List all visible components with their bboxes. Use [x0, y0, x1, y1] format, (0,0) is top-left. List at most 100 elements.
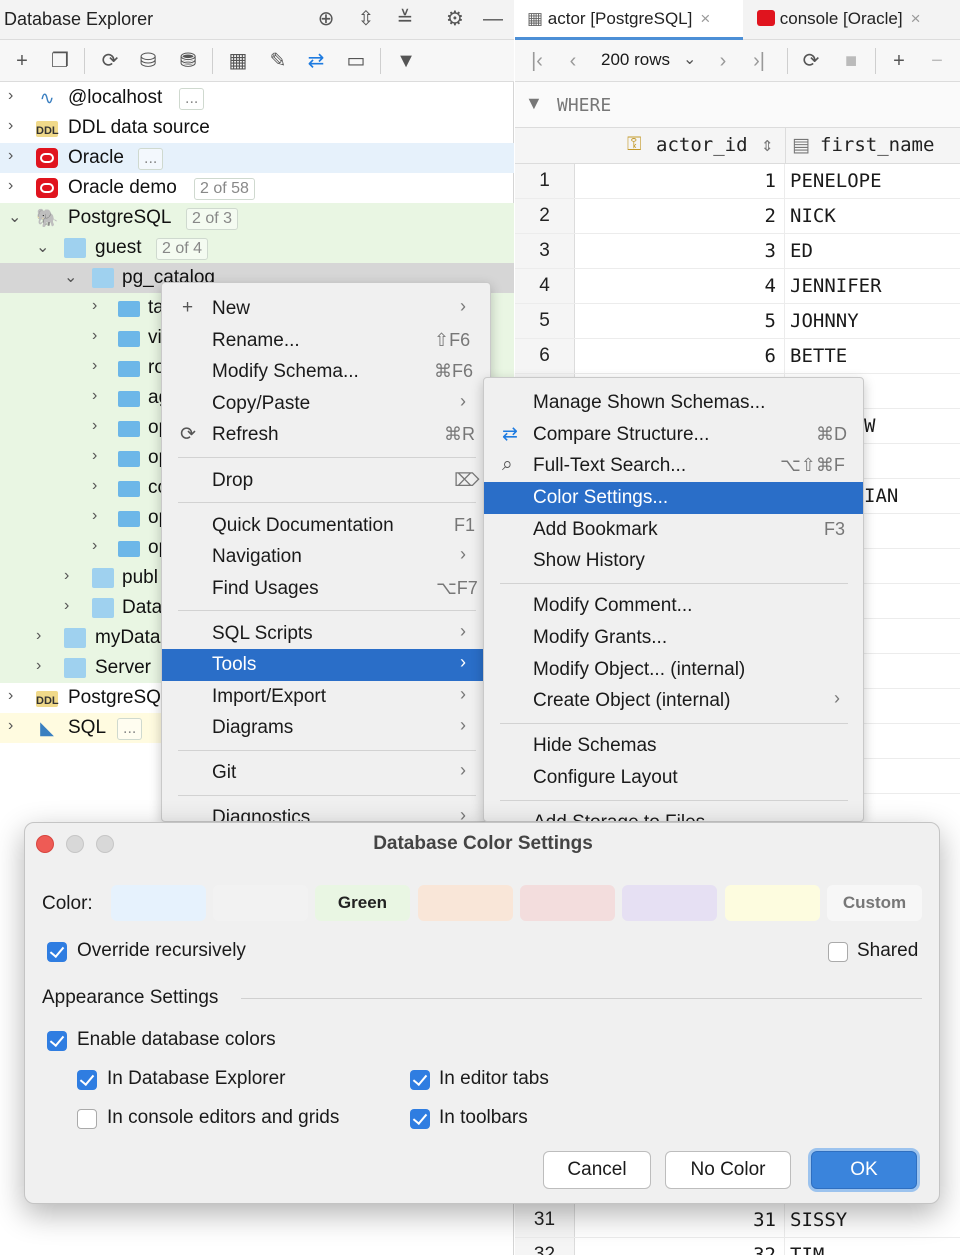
- tab-actor[interactable]: ▦ actor [PostgreSQL]×: [515, 0, 743, 40]
- table-icon[interactable]: ▦: [224, 48, 252, 74]
- menu-item-rename[interactable]: Rename... ⇧F6: [162, 325, 491, 357]
- color-swatch-rose[interactable]: [520, 885, 615, 921]
- table-row[interactable]: 33ED: [515, 234, 960, 269]
- menu-item-tools[interactable]: Tools ›: [162, 649, 491, 681]
- table-row[interactable]: 3232TIM: [515, 1238, 960, 1255]
- no-color-button[interactable]: No Color: [665, 1151, 791, 1189]
- in-editor-tabs-checkbox[interactable]: [410, 1070, 430, 1090]
- menu-item-full-text-search[interactable]: ⌕ Full-Text Search... ⌥⇧⌘F: [484, 450, 864, 482]
- color-swatch-blue[interactable]: [111, 885, 206, 921]
- menu-item-modify-object[interactable]: Modify Object... (internal): [484, 654, 864, 686]
- tab-console-oracle[interactable]: console [Oracle]×: [745, 0, 960, 40]
- chevron-right-icon[interactable]: ›: [64, 567, 80, 585]
- menu-item-find-usages[interactable]: Find Usages ⌥F7: [162, 573, 491, 605]
- menu-item-sql-scripts[interactable]: SQL Scripts ›: [162, 618, 491, 650]
- schema-sync-icon[interactable]: ⛁: [134, 48, 162, 74]
- chevron-right-icon[interactable]: ›: [92, 417, 108, 435]
- menu-item-modify-grants[interactable]: Modify Grants...: [484, 622, 864, 654]
- chevron-right-icon[interactable]: ›: [92, 447, 108, 465]
- color-swatch-gray[interactable]: [213, 885, 308, 921]
- last-page-icon[interactable]: ›|: [745, 48, 773, 74]
- chevron-down-icon[interactable]: ⌄: [683, 49, 696, 69]
- chevron-right-icon[interactable]: ›: [36, 657, 52, 675]
- override-recursively-checkbox[interactable]: [47, 942, 67, 962]
- chevron-right-icon[interactable]: ›: [92, 327, 108, 345]
- menu-item-compare-structure[interactable]: ⇄ Compare Structure... ⌘D: [484, 419, 864, 451]
- chevron-right-icon[interactable]: ›: [8, 87, 24, 105]
- column-header-first-name[interactable]: first_name: [820, 134, 934, 156]
- menu-item-diagnostics[interactable]: Diagnostics ›: [162, 802, 491, 822]
- menu-item-show-history[interactable]: Show History: [484, 545, 864, 577]
- menu-item-new[interactable]: + New ›: [162, 293, 491, 325]
- table-row[interactable]: 3131SISSY: [515, 1203, 960, 1238]
- menu-item-create-object[interactable]: Create Object (internal) ›: [484, 685, 864, 717]
- menu-item-quick-documentation[interactable]: Quick Documentation F1: [162, 510, 491, 542]
- collapse-all-icon[interactable]: ≚: [392, 6, 418, 32]
- chevron-right-icon[interactable]: ›: [8, 117, 24, 135]
- gear-icon[interactable]: ⚙: [442, 6, 468, 32]
- shared-checkbox[interactable]: [828, 942, 848, 962]
- refresh-icon[interactable]: ⟳: [797, 48, 825, 74]
- color-swatch-violet[interactable]: [622, 885, 717, 921]
- crosshair-icon[interactable]: ⊕: [313, 6, 339, 32]
- menu-item-add-storage[interactable]: Add Storage to Files: [484, 807, 864, 822]
- compare-icon[interactable]: ⇄: [302, 48, 330, 74]
- tree-node-guest[interactable]: ⌄ guest 2 of 4: [0, 233, 514, 263]
- menu-item-modify-comment[interactable]: Modify Comment...: [484, 590, 864, 622]
- menu-item-navigation[interactable]: Navigation ›: [162, 541, 491, 573]
- menu-item-manage-shown-schemas[interactable]: Manage Shown Schemas...: [484, 387, 864, 419]
- page-size-selector[interactable]: 200 rows: [601, 50, 670, 70]
- table-row[interactable]: 66BETTE: [515, 339, 960, 374]
- chevron-right-icon[interactable]: ›: [64, 597, 80, 615]
- sort-icon[interactable]: ⇕: [761, 137, 774, 155]
- table-row[interactable]: 11PENELOPE: [515, 164, 960, 199]
- expand-all-icon[interactable]: ⇳: [353, 6, 379, 32]
- first-page-icon[interactable]: |‹: [523, 48, 551, 74]
- minimize-icon[interactable]: —: [480, 6, 506, 32]
- menu-item-configure-layout[interactable]: Configure Layout: [484, 762, 864, 794]
- menu-item-import-export[interactable]: Import/Export ›: [162, 681, 491, 713]
- chevron-right-icon[interactable]: ›: [8, 717, 24, 735]
- chevron-right-icon[interactable]: ›: [8, 177, 24, 195]
- chevron-right-icon[interactable]: ›: [92, 507, 108, 525]
- delete-row-icon[interactable]: −: [923, 48, 951, 74]
- chevron-right-icon[interactable]: ›: [92, 387, 108, 405]
- copy-icon[interactable]: ❐: [46, 48, 74, 74]
- tree-node-ddl[interactable]: › DDL DDL data source: [0, 113, 514, 143]
- next-page-icon[interactable]: ›: [709, 48, 737, 74]
- menu-item-drop[interactable]: Drop ⌦: [162, 465, 491, 497]
- chevron-down-icon[interactable]: ⌄: [64, 267, 80, 287]
- chevron-right-icon[interactable]: ›: [92, 537, 108, 555]
- color-swatch-orange[interactable]: [418, 885, 513, 921]
- chevron-right-icon[interactable]: ›: [36, 627, 52, 645]
- table-row[interactable]: 44JENNIFER: [515, 269, 960, 304]
- menu-item-git[interactable]: Git ›: [162, 757, 491, 789]
- refresh-icon[interactable]: ⟳: [96, 48, 124, 74]
- where-filter[interactable]: ▼ WHERE: [515, 82, 960, 128]
- chevron-right-icon[interactable]: ›: [92, 357, 108, 375]
- close-icon[interactable]: ×: [911, 9, 921, 28]
- chevron-right-icon[interactable]: ›: [8, 687, 24, 705]
- in-console-editors-checkbox[interactable]: [77, 1109, 97, 1129]
- tree-node-oracle[interactable]: › Oracle ...: [0, 143, 514, 173]
- database-icon[interactable]: ⛃: [174, 48, 202, 74]
- custom-color-button[interactable]: Custom: [827, 885, 922, 921]
- menu-item-color-settings[interactable]: Color Settings...: [484, 482, 864, 514]
- table-row[interactable]: 55JOHNNY: [515, 304, 960, 339]
- stop-icon[interactable]: ■: [837, 48, 865, 74]
- color-swatch-yellow[interactable]: [725, 885, 820, 921]
- chevron-right-icon[interactable]: ›: [8, 147, 24, 165]
- filter-icon[interactable]: ▼: [392, 48, 420, 74]
- enable-database-colors-checkbox[interactable]: [47, 1031, 67, 1051]
- menu-item-copy-paste[interactable]: Copy/Paste ›: [162, 388, 491, 420]
- tree-node-oracle-demo[interactable]: › Oracle demo 2 of 58: [0, 173, 514, 203]
- edit-icon[interactable]: ✎: [264, 48, 292, 74]
- menu-item-diagrams[interactable]: Diagrams ›: [162, 712, 491, 744]
- tree-node-localhost[interactable]: › ∿ @localhost ...: [0, 83, 514, 113]
- chevron-right-icon[interactable]: ›: [92, 297, 108, 315]
- in-database-explorer-checkbox[interactable]: [77, 1070, 97, 1090]
- menu-item-modify-schema[interactable]: Modify Schema... ⌘F6: [162, 356, 491, 388]
- chevron-down-icon[interactable]: ⌄: [8, 207, 24, 227]
- add-row-icon[interactable]: +: [885, 48, 913, 74]
- chevron-down-icon[interactable]: ⌄: [36, 237, 52, 257]
